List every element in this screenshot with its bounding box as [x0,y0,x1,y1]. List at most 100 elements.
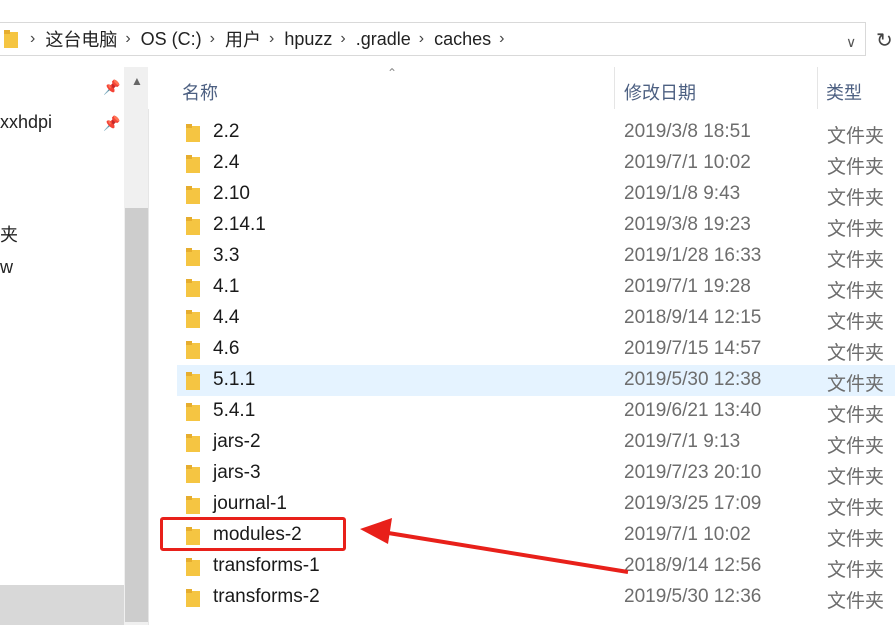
breadcrumb-separator-icon[interactable]: › [499,30,504,48]
table-row[interactable]: 2.4 2019/7/1 10:02 文件夹 [177,148,895,179]
file-name[interactable]: journal-1 [213,493,287,515]
folder-icon [186,372,200,390]
file-date: 2019/7/1 19:28 [624,276,751,297]
chevron-down-icon[interactable]: ∨ [846,34,856,51]
pin-icon[interactable]: 📌 [103,115,120,132]
file-name[interactable]: jars-3 [213,462,261,484]
table-row[interactable]: 2.10 2019/1/8 9:43 文件夹 [177,179,895,210]
file-name[interactable]: 4.1 [213,276,239,298]
file-date: 2019/3/8 19:23 [624,214,751,235]
file-type: 文件夹 [827,157,885,178]
pin-icon[interactable]: 📌 [103,79,120,96]
file-name[interactable]: 2.4 [213,152,239,174]
breadcrumb-separator-icon[interactable]: › [340,30,345,48]
column-divider[interactable] [614,67,615,109]
breadcrumb-item[interactable]: 这台电脑 [45,26,117,52]
annotation-highlight-box [160,517,346,551]
file-type: 文件夹 [827,529,885,550]
nav-item[interactable]: 夹 [0,221,18,247]
refresh-icon[interactable]: ↻ [876,28,893,53]
folder-icon [186,310,200,328]
file-name[interactable]: 2.14.1 [213,214,266,236]
table-row[interactable]: 5.4.1 2019/6/21 13:40 文件夹 [177,396,895,427]
nav-item[interactable]: xxhdpi [0,112,52,133]
scroll-up-arrow-icon[interactable]: ▲ [131,74,143,88]
file-name[interactable]: 2.2 [213,121,239,143]
folder-icon [4,30,18,48]
file-date: 2018/9/14 12:56 [624,555,762,576]
file-name[interactable]: 5.4.1 [213,400,255,422]
file-type: 文件夹 [827,250,885,271]
table-row[interactable]: transforms-2 2019/5/30 12:36 文件夹 [177,582,895,613]
folder-icon [186,434,200,452]
file-date: 2019/7/23 20:10 [624,462,762,483]
table-row[interactable]: 4.4 2018/9/14 12:15 文件夹 [177,303,895,334]
file-name[interactable]: 4.6 [213,338,239,360]
file-type: 文件夹 [827,126,885,147]
file-type: 文件夹 [827,405,885,426]
file-name[interactable]: 2.10 [213,183,250,205]
folder-icon [186,248,200,266]
file-name[interactable]: transforms-1 [213,555,320,577]
column-header-name[interactable]: 名称 [182,79,218,105]
file-name[interactable]: 4.4 [213,307,239,329]
breadcrumb-separator-icon[interactable]: › [125,30,130,48]
file-type: 文件夹 [827,188,885,209]
folder-icon [186,279,200,297]
sort-ascending-icon: ⌃ [387,66,398,80]
table-row[interactable]: 3.3 2019/1/28 16:33 文件夹 [177,241,895,272]
folder-icon [186,496,200,514]
file-name[interactable]: jars-2 [213,431,261,453]
file-name[interactable]: 3.3 [213,245,239,267]
folder-icon [186,558,200,576]
folder-icon [186,465,200,483]
column-header-type[interactable]: 类型 [826,79,862,105]
breadcrumb-item[interactable]: caches [434,29,491,50]
table-row[interactable]: 4.1 2019/7/1 19:28 文件夹 [177,272,895,303]
table-row[interactable]: jars-2 2019/7/1 9:13 文件夹 [177,427,895,458]
file-date: 2019/6/21 13:40 [624,400,762,421]
file-date: 2019/7/1 10:02 [624,524,751,545]
table-row[interactable]: journal-1 2019/3/25 17:09 文件夹 [177,489,895,520]
folder-icon [186,341,200,359]
file-date: 2019/5/30 12:36 [624,586,762,607]
nav-scrollbar-thumb[interactable] [125,208,148,622]
nav-item[interactable]: w [0,257,13,278]
table-row[interactable]: jars-3 2019/7/23 20:10 文件夹 [177,458,895,489]
breadcrumb-separator-icon[interactable]: › [269,30,274,48]
file-type: 文件夹 [827,312,885,333]
folder-icon [186,186,200,204]
file-type: 文件夹 [827,591,885,612]
folder-icon [186,124,200,142]
table-row[interactable]: 5.1.1 2019/5/30 12:38 文件夹 [177,365,895,396]
window-top-strip [0,0,895,12]
file-type: 文件夹 [827,343,885,364]
file-type: 文件夹 [827,374,885,395]
breadcrumb-item[interactable]: OS (C:) [141,29,202,50]
file-type: 文件夹 [827,467,885,488]
breadcrumb-separator-icon[interactable]: › [419,30,424,48]
column-divider[interactable] [817,67,818,109]
breadcrumb-separator-icon[interactable]: › [30,30,35,48]
breadcrumb-item[interactable]: hpuzz [284,29,332,50]
file-date: 2018/9/14 12:15 [624,307,762,328]
address-bar[interactable]: › 这台电脑 › OS (C:) › 用户 › hpuzz › .gradle › caches › [0,22,866,56]
breadcrumb-separator-icon[interactable]: › [210,30,215,48]
file-date: 2019/3/25 17:09 [624,493,762,514]
file-date: 2019/1/28 16:33 [624,245,762,266]
folder-icon [186,403,200,421]
file-date: 2019/3/8 18:51 [624,121,751,142]
file-type: 文件夹 [827,498,885,519]
file-name[interactable]: 5.1.1 [213,369,255,391]
file-type: 文件夹 [827,281,885,302]
breadcrumb: › 这台电脑 › OS (C:) › 用户 › hpuzz › .gradle › caches › [22,23,514,55]
table-row[interactable]: transforms-1 2018/9/14 12:56 文件夹 [177,551,895,582]
breadcrumb-item[interactable]: .gradle [356,29,411,50]
table-row[interactable]: 2.14.1 2019/3/8 19:23 文件夹 [177,210,895,241]
breadcrumb-item[interactable]: 用户 [225,26,261,52]
file-name[interactable]: transforms-2 [213,586,320,608]
table-row[interactable]: 4.6 2019/7/15 14:57 文件夹 [177,334,895,365]
column-header-date[interactable]: 修改日期 [624,79,696,105]
file-date: 2019/1/8 9:43 [624,183,741,204]
table-row[interactable]: 2.2 2019/3/8 18:51 文件夹 [177,117,895,148]
